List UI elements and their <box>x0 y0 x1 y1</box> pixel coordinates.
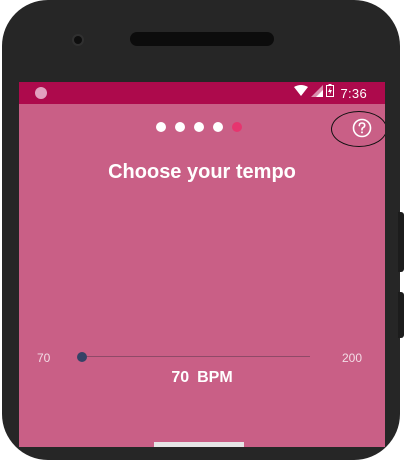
status-time: 7:36 <box>340 85 367 101</box>
power-button <box>398 292 404 338</box>
app-screen: 7:36 Choose your tempo 70 200 70 BPM <box>19 82 385 447</box>
page-dot <box>194 122 204 132</box>
tempo-min-label: 70 <box>37 351 51 365</box>
page-dot <box>175 122 185 132</box>
front-camera <box>74 36 82 44</box>
volume-button <box>398 212 404 272</box>
tempo-max-label: 200 <box>342 351 363 365</box>
page-title: Choose your tempo <box>108 161 296 183</box>
page-indicator <box>156 122 242 132</box>
page-dot-active <box>232 122 242 132</box>
tempo-readout: 70 BPM <box>19 369 385 387</box>
tempo-unit: BPM <box>197 369 233 386</box>
page-dot <box>156 122 166 132</box>
tempo-slider-thumb[interactable] <box>77 352 87 362</box>
status-bar: 7:36 <box>19 82 385 104</box>
help-circle-icon <box>352 118 372 138</box>
tempo-slider-track[interactable] <box>82 356 310 357</box>
signal-icon <box>311 84 324 102</box>
page-dot <box>213 122 223 132</box>
wifi-icon <box>294 84 309 102</box>
app-notification-icon <box>35 87 47 99</box>
help-button[interactable] <box>352 118 372 138</box>
earpiece-speaker <box>130 32 274 46</box>
status-indicators: 7:36 <box>294 84 367 102</box>
tempo-value: 70 <box>171 369 190 386</box>
battery-icon <box>326 84 335 102</box>
bottom-edge-bar <box>154 442 244 447</box>
